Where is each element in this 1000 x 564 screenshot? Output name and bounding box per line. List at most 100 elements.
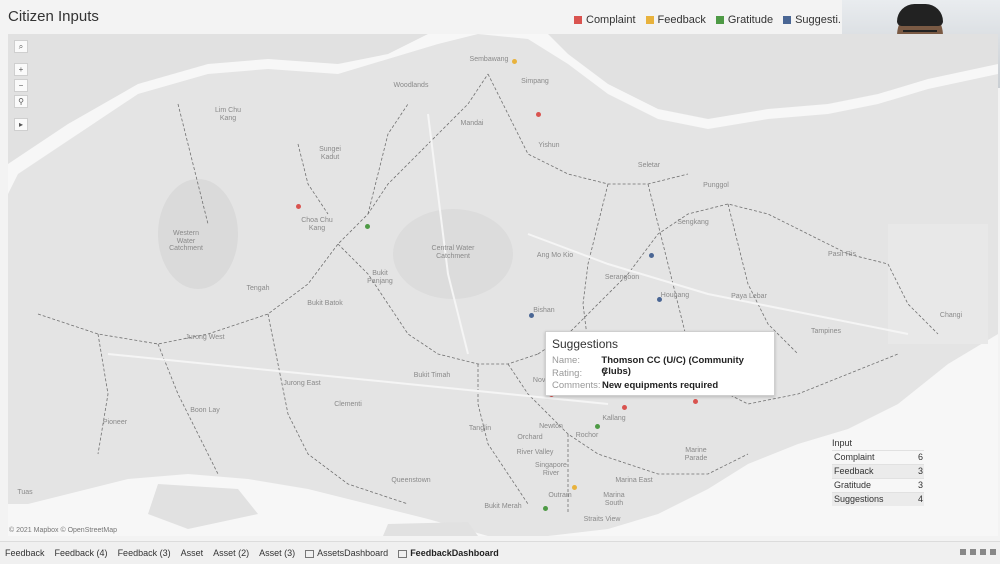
region-label: Sembawang: [469, 56, 509, 63]
region-label: Choa Chu Kang: [301, 217, 333, 232]
input-category-label: Complaint: [834, 452, 875, 462]
legend-item[interactable]: Feedback: [645, 14, 706, 26]
view-list-icon[interactable]: [970, 549, 976, 555]
suggestion-tooltip: Suggestions Name: Thomson CC (U/C) (Comm…: [545, 331, 775, 396]
map-marker-feedback[interactable]: [511, 58, 517, 64]
tooltip-row-rating: Rating: 7: [552, 368, 607, 379]
region-label: Bukit Panjang: [367, 270, 393, 285]
region-label: Paya Lebar: [731, 293, 767, 300]
region-label: Rochor: [575, 432, 599, 439]
input-category-count: 6: [917, 452, 923, 462]
region-label: Straits View: [583, 516, 621, 523]
legend-label: Feedback: [657, 14, 706, 26]
sheet-tab[interactable]: FeedbackDashboard: [393, 542, 504, 564]
region-label: Central Water Catchment: [431, 245, 475, 260]
map-marker-gratitude[interactable]: [542, 505, 548, 511]
map-marker-gratitude[interactable]: [364, 223, 370, 229]
sheet-tab[interactable]: Feedback (3): [113, 542, 176, 564]
legend-item[interactable]: Gratitude: [715, 14, 774, 26]
map-marker-suggestions[interactable]: [648, 252, 654, 258]
sheet-tab-label: AssetsDashboard: [317, 548, 389, 558]
view-grid-icon[interactable]: [960, 549, 966, 555]
region-label: Woodlands: [393, 82, 429, 89]
tooltip-value: 7: [602, 368, 608, 379]
tab-navigation-controls: [960, 549, 996, 555]
region-label: Orchard: [517, 434, 543, 441]
region-label: Simpang: [521, 78, 549, 85]
region-label: Bishan: [533, 307, 555, 314]
input-count-table: Input Complaint 6 Feedback 3 Gratitude 3 Sugge…: [832, 438, 924, 506]
sheet-tab-label: Feedback (3): [117, 548, 171, 558]
map-marker-feedback[interactable]: [571, 484, 577, 490]
input-table-row: Feedback 3: [832, 464, 924, 478]
region-label: Punggol: [703, 182, 729, 189]
sheet-tab[interactable]: Asset (2): [208, 542, 254, 564]
sheet-tab[interactable]: AssetsDashboard: [300, 542, 393, 564]
input-category-count: 4: [917, 494, 923, 504]
input-category-label: Suggestions: [834, 494, 884, 504]
region-label: Hougang: [660, 292, 690, 299]
legend-label: Gratitude: [727, 14, 774, 26]
legend-item[interactable]: Suggesti..: [783, 14, 844, 26]
input-table-row: Suggestions 4: [832, 492, 924, 506]
region-label: Queenstown: [391, 477, 431, 484]
region-label: Bukit Batok: [307, 300, 343, 307]
dashboard-title: Citizen Inputs: [8, 8, 99, 25]
region-label: Changi: [939, 312, 963, 319]
scroll-right-icon[interactable]: [990, 549, 996, 555]
sheet-tab-label: Feedback: [5, 548, 45, 558]
input-category-label: Feedback: [834, 466, 874, 476]
pin-reset-button[interactable]: ⚲: [14, 95, 28, 108]
map-toolbar: ⌕ + − ⚲ ▸: [14, 40, 28, 131]
region-label: Clementi: [334, 401, 362, 408]
tooltip-row-comments: Comments: New equipments required: [552, 380, 718, 391]
region-label: Serangoon: [604, 274, 640, 281]
tooltip-title: Suggestions: [552, 337, 619, 351]
zoom-in-button[interactable]: +: [14, 63, 28, 76]
region-label: Bukit Timah: [413, 372, 451, 379]
sheet-tab[interactable]: Asset (3): [254, 542, 300, 564]
sheet-tab-label: Asset (2): [213, 548, 250, 558]
region-label: Singapore River: [535, 462, 567, 477]
dashboard-icon: [398, 549, 408, 558]
legend-swatch: [715, 16, 724, 24]
region-label: Yishun: [538, 142, 560, 149]
region-label: Lim Chu Kang: [214, 107, 242, 122]
region-label: Jurong West: [185, 334, 225, 341]
region-label: Sengkang: [677, 219, 709, 226]
input-category-label: Gratitude: [834, 480, 872, 490]
map-marker-suggestions[interactable]: [656, 296, 662, 302]
legend-swatch: [645, 16, 654, 24]
region-label: Bukit Merah: [484, 503, 522, 510]
region-label: Tampines: [811, 328, 841, 335]
scroll-left-icon[interactable]: [980, 549, 986, 555]
legend-item[interactable]: Complaint: [574, 14, 636, 26]
map-marker-gratitude[interactable]: [594, 423, 600, 429]
sheet-tab-label: Asset: [180, 548, 204, 558]
map-marker-complaint[interactable]: [535, 111, 541, 117]
map-marker-suggestions[interactable]: [528, 312, 534, 318]
sheet-tab-label: Asset (3): [259, 548, 296, 558]
map-attribution: © 2021 Mapbox © OpenStreetMap: [9, 527, 117, 534]
sheet-tab[interactable]: Feedback: [0, 542, 50, 564]
map-search-button[interactable]: ⌕: [14, 40, 28, 53]
map-marker-complaint[interactable]: [295, 203, 301, 209]
map-marker-complaint[interactable]: [621, 404, 627, 410]
tooltip-value: Thomson CC (U/C) (Community Clubs): [601, 355, 744, 377]
map-marker-complaint[interactable]: [692, 398, 698, 404]
sheet-tab[interactable]: Asset: [176, 542, 209, 564]
sheet-tab-label: FeedbackDashboard: [410, 548, 499, 558]
legend-swatch: [574, 16, 582, 24]
sheet-tab[interactable]: Feedback (4): [50, 542, 113, 564]
region-label: Mandai: [460, 120, 484, 127]
input-table-row: Complaint 6: [832, 450, 924, 464]
dashboard-icon: [305, 549, 315, 558]
region-label: Pasir Ris: [827, 251, 856, 258]
zoom-out-button[interactable]: −: [14, 79, 28, 92]
region-label: River Valley: [516, 449, 554, 456]
legend-swatch: [783, 16, 792, 24]
region-label: Seletar: [637, 162, 661, 169]
region-label: Marina East: [615, 477, 653, 484]
expand-toolbar-button[interactable]: ▸: [14, 118, 28, 131]
region-label: Western Water Catchment: [169, 230, 203, 253]
